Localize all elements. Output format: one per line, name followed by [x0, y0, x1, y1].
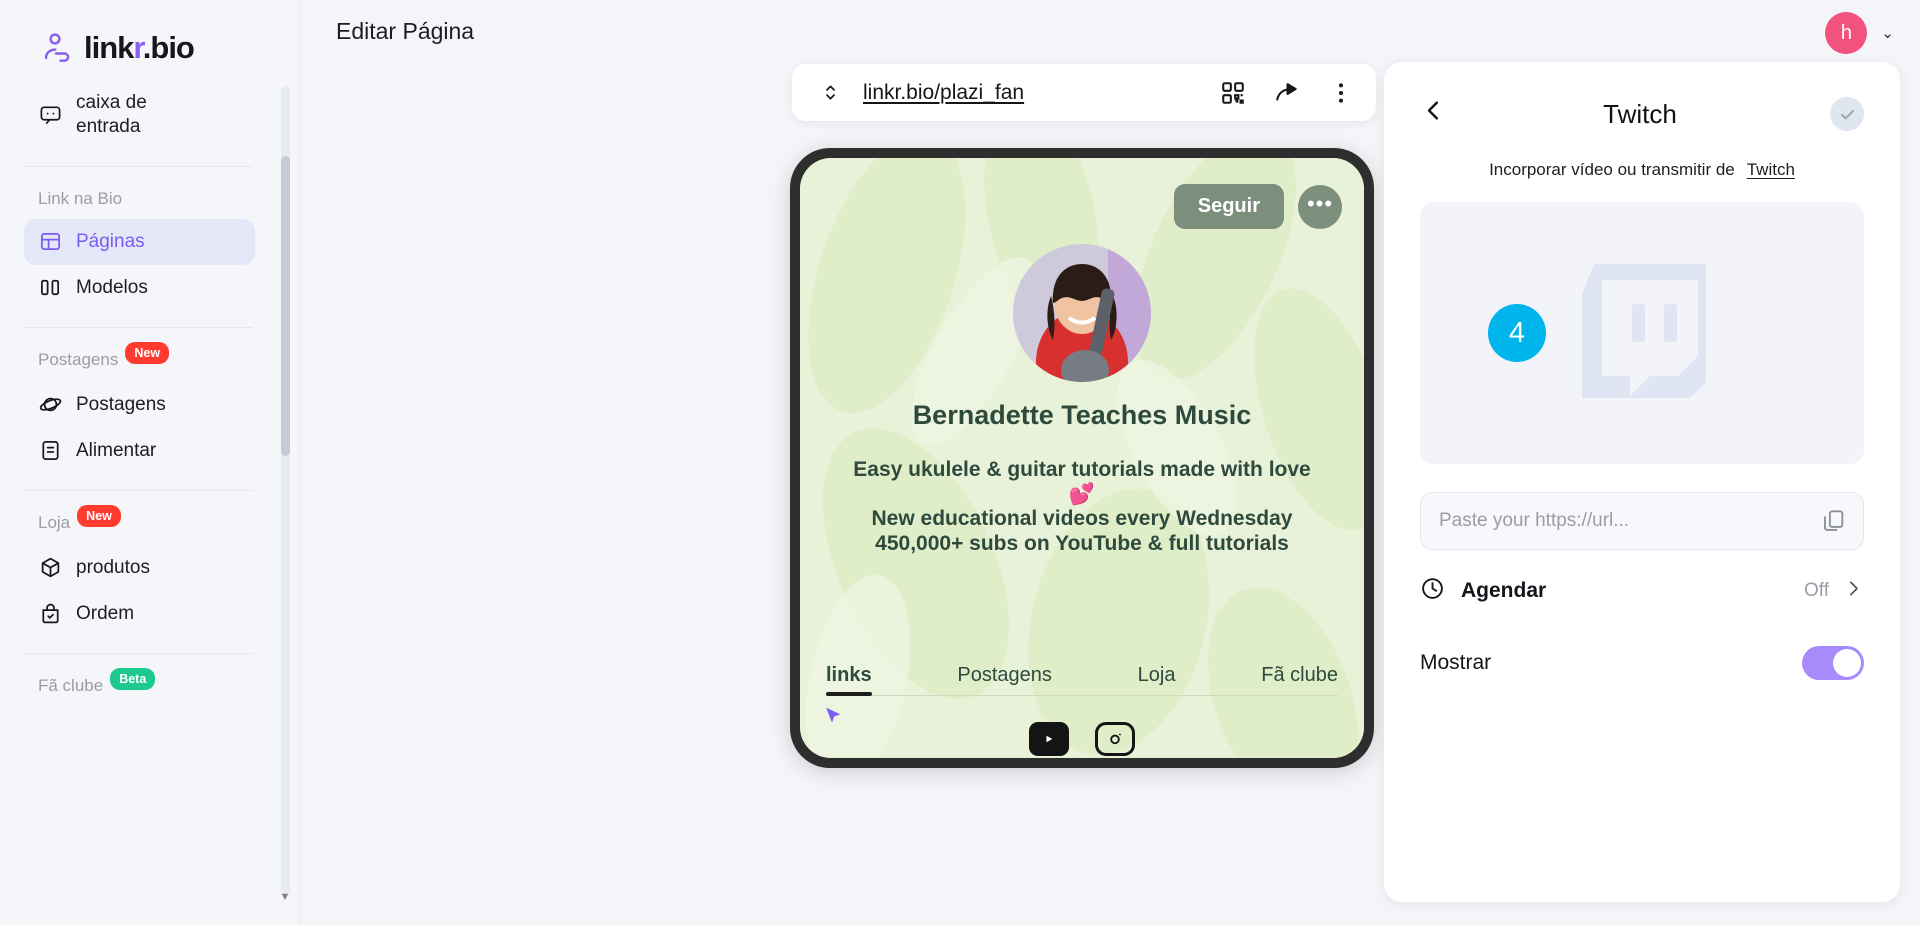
- profile-bio: Easy ukulele & guitar tutorials made wit…: [853, 458, 1311, 555]
- preview-tab-links[interactable]: links: [826, 664, 872, 696]
- page-url-link[interactable]: linkr.bio/plazi_fan: [863, 81, 1198, 105]
- sidebar-item-label: Páginas: [76, 230, 145, 252]
- profile-photo: [1013, 244, 1151, 382]
- preview-social-links: [800, 722, 1364, 758]
- sidebar-item-alimentar[interactable]: Alimentar: [24, 428, 255, 474]
- sidebar-scroll-area[interactable]: caixa de entrada Link na Bio Páginas Mod…: [0, 80, 299, 925]
- sidebar-item-label: Postagens: [76, 393, 166, 415]
- group-badge-new: New: [77, 504, 121, 527]
- twitch-url-input[interactable]: [1439, 510, 1821, 532]
- schedule-row[interactable]: Agendar Off: [1420, 560, 1864, 622]
- twitch-embed-placeholder: 4: [1420, 202, 1864, 464]
- sidebar-item-modelos[interactable]: Modelos: [24, 265, 255, 311]
- bag-check-icon: [38, 602, 62, 626]
- brand-name: linkr.bio: [84, 30, 195, 65]
- preview-tab-postagens[interactable]: Postagens: [957, 664, 1052, 695]
- brand-logo[interactable]: linkr.bio: [0, 0, 299, 88]
- sidebar-item-ordem[interactable]: Ordem: [24, 591, 255, 637]
- twitch-icon: [1578, 263, 1726, 422]
- panel-title: Twitch: [1603, 98, 1677, 129]
- panel-subtitle-link[interactable]: Twitch: [1747, 160, 1795, 179]
- panel-header: Twitch: [1420, 88, 1864, 140]
- sidebar-group-link-na-bio: Link na Bio: [0, 183, 277, 219]
- twitch-settings-panel: Twitch Incorporar vídeo ou transmitir de…: [1384, 62, 1900, 902]
- cursor-pointer-icon: [822, 706, 842, 732]
- sidebar-item-label: Modelos: [76, 276, 148, 298]
- show-label: Mostrar: [1420, 651, 1492, 674]
- preview-tab-loja[interactable]: Loja: [1138, 664, 1176, 695]
- sidebar-item-label: Alimentar: [76, 439, 157, 461]
- group-title: Fã clube: [38, 675, 104, 695]
- sidebar-group-fa-clube: Fã clube Beta: [0, 667, 277, 708]
- divider: [24, 165, 253, 167]
- chevron-down-icon[interactable]: ⌄: [1881, 24, 1894, 42]
- panel-subtitle: Incorporar vídeo ou transmitir de Twitch: [1420, 160, 1864, 180]
- group-title: Postagens: [38, 349, 119, 369]
- sidebar-item-postagens[interactable]: Postagens: [24, 382, 255, 428]
- follow-button[interactable]: Seguir: [1173, 184, 1284, 229]
- sidebar-item-paginas[interactable]: Páginas: [24, 218, 255, 265]
- columns-icon: [38, 276, 62, 300]
- preview-tabs: links Postagens Loja Fã clube: [826, 664, 1338, 696]
- sidebar-item-label: produtos: [76, 556, 150, 578]
- check-icon[interactable]: [1830, 97, 1864, 131]
- avatar[interactable]: h: [1825, 12, 1868, 54]
- app-root: linkr.bio caixa de entrada Link na Bio P…: [0, 0, 1920, 925]
- sidebar: linkr.bio caixa de entrada Link na Bio P…: [0, 0, 300, 925]
- group-title: Link na Bio: [38, 188, 123, 208]
- linkr-logo-icon: [42, 31, 76, 65]
- sidebar-item-inbox[interactable]: caixa de entrada: [24, 80, 255, 150]
- show-row: Mostrar: [1420, 632, 1864, 694]
- toggle-knob: [1833, 649, 1861, 677]
- youtube-icon[interactable]: [1029, 722, 1069, 756]
- divider: [24, 652, 253, 654]
- planet-icon: [38, 393, 62, 417]
- preview-more-button[interactable]: •••: [1298, 184, 1342, 229]
- share-icon[interactable]: [1274, 80, 1300, 106]
- step-badge: 4: [1488, 304, 1546, 362]
- clipboard-icon[interactable]: [1821, 508, 1847, 534]
- schedule-value: Off: [1804, 580, 1829, 601]
- group-badge-beta: Beta: [110, 667, 156, 690]
- clock-icon: [1420, 576, 1445, 606]
- sidebar-group-loja: Loja New: [0, 504, 277, 545]
- main-area: Editar Página h ⌄ linkr.bio/plazi_fan Se…: [300, 0, 1920, 925]
- schedule-label: Agendar: [1461, 579, 1547, 602]
- feed-icon: [38, 439, 62, 463]
- sidebar-group-postagens: Postagens New: [0, 341, 277, 382]
- account-menu[interactable]: h ⌄: [1825, 12, 1894, 54]
- qr-code-icon[interactable]: [1220, 80, 1246, 106]
- twitch-url-input-wrapper[interactable]: [1420, 492, 1864, 550]
- divider: [24, 489, 253, 491]
- chat-bubble-icon: [38, 103, 62, 127]
- preview-actions: Seguir •••: [1173, 184, 1342, 229]
- show-toggle[interactable]: [1802, 646, 1864, 680]
- scroll-down-arrow[interactable]: ▼: [278, 890, 292, 904]
- layout-icon: [38, 230, 62, 254]
- phone-preview: Seguir ••• Bernadette Teaches Music Easy…: [790, 148, 1374, 768]
- phone-screen: Seguir ••• Bernadette Teaches Music Easy…: [800, 158, 1364, 758]
- group-badge-new: New: [125, 341, 170, 364]
- box-icon: [38, 556, 62, 580]
- sidebar-item-label: Ordem: [76, 602, 135, 624]
- sort-updown-icon[interactable]: [820, 82, 841, 103]
- page-title: Editar Página: [336, 17, 475, 44]
- chevron-left-icon[interactable]: [1420, 97, 1450, 131]
- divider: [24, 326, 253, 328]
- preview-tab-fa-clube[interactable]: Fã clube: [1261, 664, 1338, 695]
- group-title: Loja: [38, 512, 71, 532]
- chevron-right-icon[interactable]: [1843, 578, 1864, 605]
- more-vertical-icon[interactable]: [1328, 80, 1354, 106]
- panel-subtitle-text: Incorporar vídeo ou transmitir de: [1489, 160, 1735, 179]
- sidebar-item-label: caixa de entrada: [76, 92, 147, 137]
- page-url-bar: linkr.bio/plazi_fan: [792, 64, 1376, 121]
- sidebar-scrollbar-thumb[interactable]: [281, 156, 290, 456]
- profile-name: Bernadette Teaches Music: [912, 400, 1252, 430]
- instagram-icon[interactable]: [1095, 722, 1135, 756]
- page-header: Editar Página: [300, 0, 1920, 62]
- sidebar-item-produtos[interactable]: produtos: [24, 545, 255, 591]
